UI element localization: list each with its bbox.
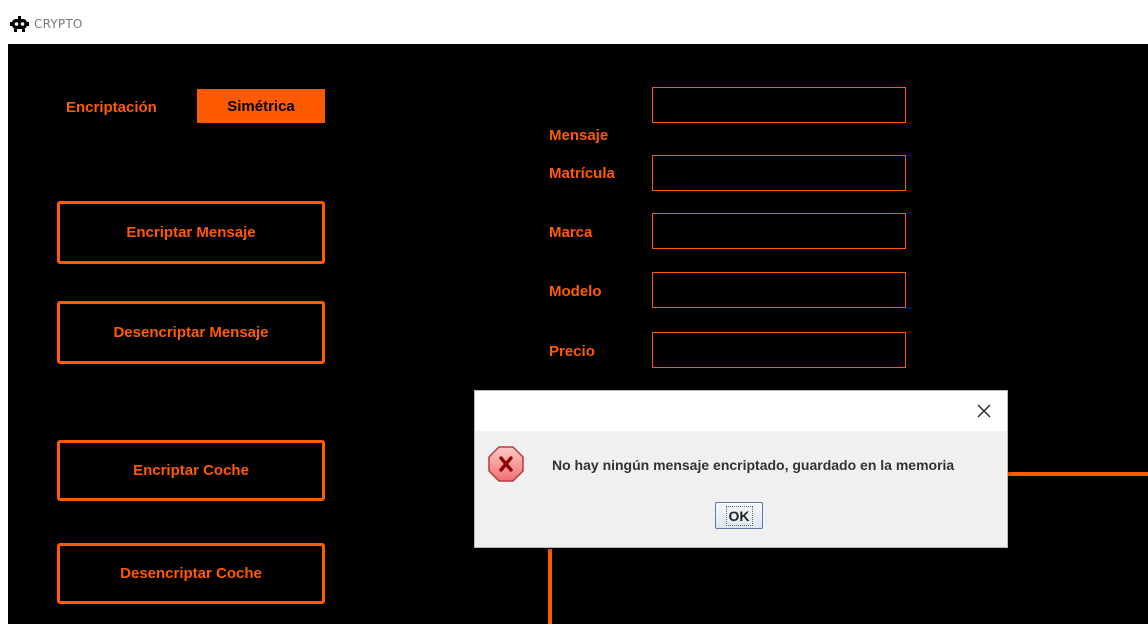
- ok-button[interactable]: OK: [715, 502, 763, 529]
- marca-input[interactable]: [652, 213, 906, 249]
- encryption-mode-button[interactable]: Simétrica: [197, 89, 325, 123]
- title-bar: CRYPTO: [0, 0, 1148, 44]
- precio-label: Precio: [549, 343, 595, 360]
- divider-line-horizontal: [1008, 472, 1148, 476]
- dialog-message: No hay ningún mensaje encriptado, guarda…: [552, 457, 955, 473]
- error-icon: [488, 446, 524, 482]
- matricula-label: Matrícula: [549, 165, 615, 182]
- robot-icon: [10, 16, 29, 32]
- error-dialog: No hay ningún mensaje encriptado, guarda…: [474, 390, 1008, 548]
- encrypt-car-button[interactable]: Encriptar Coche: [57, 440, 325, 501]
- close-icon[interactable]: [973, 400, 995, 422]
- divider-line-vertical: [548, 549, 552, 624]
- app-window: CRYPTO Encriptación Simétrica Encriptar …: [0, 0, 1148, 624]
- matricula-input[interactable]: [652, 155, 906, 191]
- encrypt-message-button[interactable]: Encriptar Mensaje: [57, 201, 325, 264]
- marca-label: Marca: [549, 224, 593, 241]
- precio-input[interactable]: [652, 332, 906, 368]
- mensaje-input[interactable]: [652, 87, 906, 123]
- modelo-label: Modelo: [549, 283, 602, 300]
- decrypt-car-button[interactable]: Desencriptar Coche: [57, 543, 325, 604]
- mensaje-label: Mensaje: [549, 127, 609, 144]
- encryption-label: Encriptación: [66, 99, 157, 116]
- modelo-input[interactable]: [652, 272, 906, 308]
- decrypt-message-button[interactable]: Desencriptar Mensaje: [57, 301, 325, 364]
- window-title: CRYPTO: [34, 17, 83, 31]
- dialog-title-bar: [475, 391, 1007, 431]
- ok-button-label: OK: [725, 505, 753, 526]
